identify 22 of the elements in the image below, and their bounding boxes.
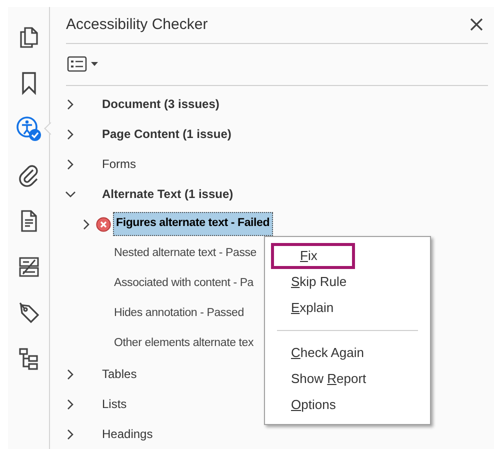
rule-item[interactable]: Associated with content - Pa: [114, 275, 254, 293]
accessibility-icon[interactable]: [14, 116, 42, 142]
tree-item[interactable]: Page Content (1 issue): [102, 125, 232, 143]
menu-item[interactable]: Options: [265, 392, 430, 418]
tree-item[interactable]: Headings: [102, 425, 153, 443]
menu-item[interactable]: Fix: [271, 243, 355, 269]
menu-item[interactable]: Explain: [265, 295, 430, 321]
rule-item[interactable]: Other elements alternate tex: [114, 335, 254, 353]
dropdown-caret-icon: [91, 62, 98, 66]
tree-item[interactable]: Lists: [102, 395, 127, 413]
tree-item[interactable]: Tables: [102, 365, 137, 383]
menu-item[interactable]: Skip Rule: [265, 269, 430, 295]
menu-item[interactable]: Check Again: [265, 340, 430, 366]
tree-item[interactable]: Forms: [102, 155, 136, 173]
rule-item[interactable]: Nested alternate text - Passe: [114, 245, 256, 263]
tree-item[interactable]: Alternate Text (1 issue): [102, 185, 234, 203]
options-menu-button[interactable]: [67, 56, 98, 72]
rule-item[interactable]: Figures alternate text - Failed: [113, 212, 273, 236]
tree-item[interactable]: Document (3 issues): [102, 95, 220, 113]
rule-item[interactable]: Hides annotation - Passed: [114, 305, 244, 323]
panel-title: Accessibility Checker: [66, 14, 208, 35]
menu-item[interactable]: Show Report: [265, 366, 430, 392]
